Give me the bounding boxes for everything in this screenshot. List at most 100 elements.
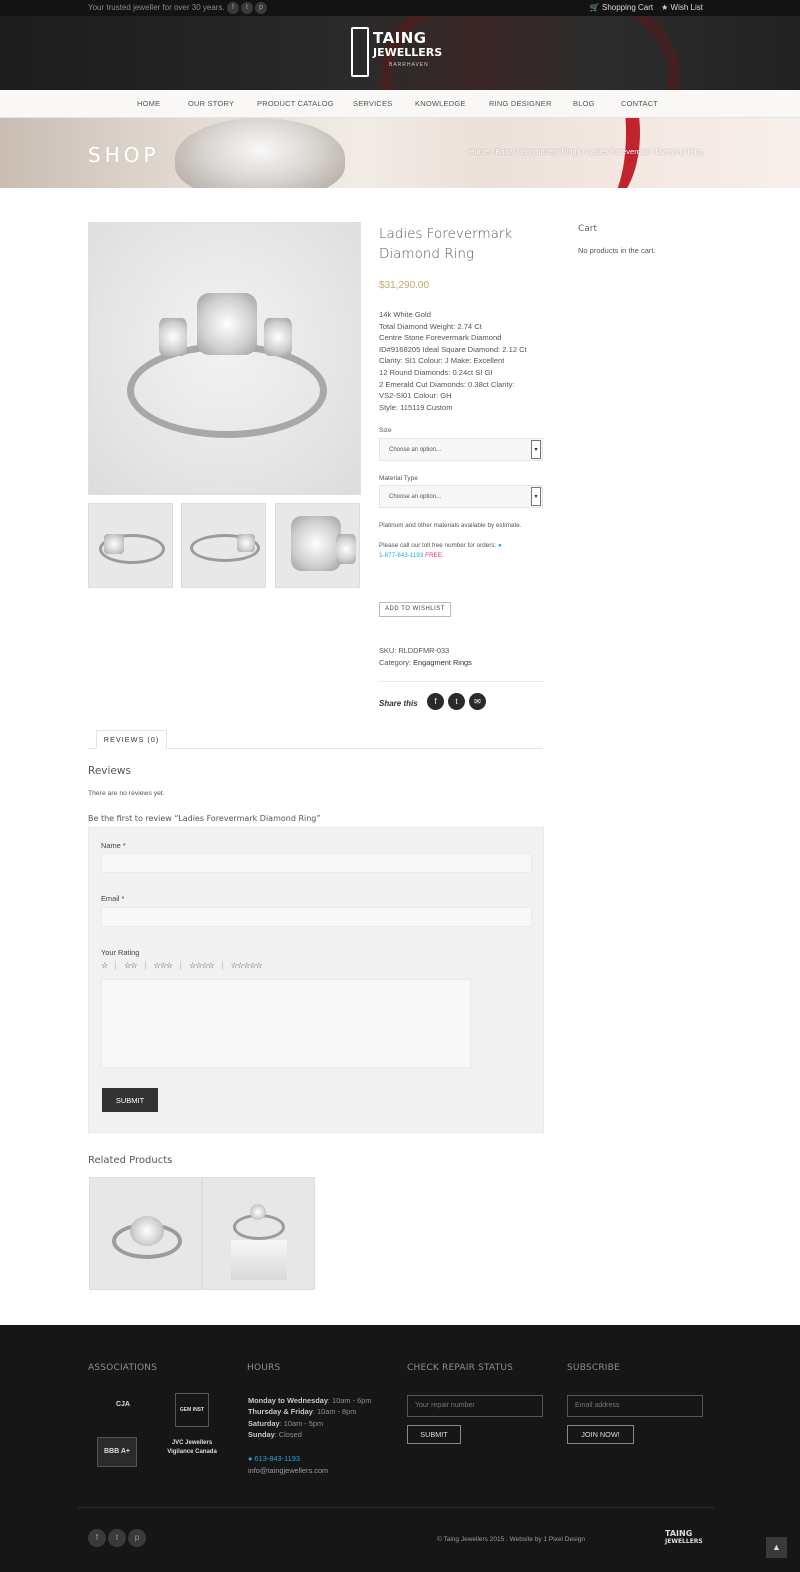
- top-social-icons: f t p: [227, 2, 267, 14]
- repair-submit-button[interactable]: SUBMIT: [407, 1425, 461, 1444]
- twitter-icon[interactable]: t: [108, 1529, 126, 1547]
- facebook-icon[interactable]: f: [427, 693, 444, 710]
- main-nav: HOME OUR STORY PRODUCT CATALOG SERVICES …: [0, 90, 800, 118]
- product-price: $31,290.00: [379, 280, 430, 291]
- site-logo[interactable]: TAING JEWELLERS BARRHAVEN: [351, 27, 442, 79]
- rating-4-stars[interactable]: ☆☆☆☆: [181, 961, 223, 970]
- page-title: SHOP: [88, 143, 160, 167]
- description-line: ID#9168205 Ideal Square Diamond: 2.12 Ct: [379, 344, 527, 354]
- related-product-image[interactable]: [89, 1177, 202, 1290]
- back-to-top-button[interactable]: ▲: [766, 1537, 787, 1558]
- first-review-heading: Be the first to review “Ladies Foreverma…: [88, 814, 321, 823]
- twitter-icon[interactable]: t: [241, 2, 253, 14]
- nav-product-catalog[interactable]: PRODUCT CATALOG: [257, 99, 334, 108]
- size-select-value: Choose an option...: [389, 447, 442, 453]
- hours-row: Thursday & Friday: 10am - 8pm: [248, 1406, 372, 1417]
- email-icon[interactable]: ✉: [469, 693, 486, 710]
- description-line: 14k White Gold: [379, 310, 431, 319]
- nav-our-story[interactable]: OUR STORY: [188, 99, 234, 108]
- hours-time: : 10am - 8pm: [312, 1407, 357, 1417]
- rating-1-star[interactable]: ☆: [101, 961, 117, 970]
- sidebar-cart-title: Cart: [578, 224, 598, 234]
- pinterest-icon[interactable]: p: [128, 1529, 146, 1547]
- email-label: Email *: [101, 894, 125, 903]
- ring-stone: [104, 534, 124, 554]
- rating-2-stars[interactable]: ☆☆: [116, 961, 146, 970]
- nav-contact[interactable]: CONTACT: [621, 99, 658, 108]
- facebook-icon[interactable]: f: [88, 1529, 106, 1547]
- submit-review-button[interactable]: SUBMIT: [102, 1088, 158, 1112]
- product-thumbnail[interactable]: [181, 503, 266, 588]
- divider: [379, 681, 544, 682]
- email-field[interactable]: [101, 907, 532, 927]
- footer-logo[interactable]: TAING JEWELLERS: [665, 1530, 703, 1546]
- rating-5-stars[interactable]: ☆☆☆☆☆: [223, 961, 270, 970]
- ring-centre-stone: [197, 293, 257, 355]
- join-now-button[interactable]: JOIN NOW!: [567, 1425, 634, 1444]
- description-line: 12 Round Diamonds: 0.24ct SI GI: [379, 367, 493, 377]
- hours-time: : 10am - 5pm: [279, 1418, 324, 1428]
- pinterest-icon[interactable]: p: [255, 2, 267, 14]
- toll-free-phone[interactable]: 1-877-843-1193: [379, 552, 423, 559]
- sku-label: SKU:: [379, 646, 397, 655]
- nav-blog[interactable]: BLOG: [573, 99, 595, 108]
- dropdown-arrow-icon: ▾: [531, 487, 541, 506]
- tab-reviews[interactable]: REVIEWS (0): [96, 730, 167, 749]
- ring-side-stone: [336, 534, 356, 564]
- nav-services[interactable]: SERVICES: [353, 99, 392, 108]
- breadcrumb[interactable]: Home / Bridal / Engagment Rings / Ladies…: [469, 147, 703, 156]
- nav-ring-designer[interactable]: RING DESIGNER: [489, 99, 552, 108]
- size-label: Size: [379, 427, 392, 434]
- related-product-image[interactable]: [202, 1177, 315, 1290]
- hours-row: Sunday: Closed: [248, 1429, 372, 1440]
- repair-status-heading: CHECK REPAIR STATUS: [407, 1363, 514, 1373]
- site-footer: ASSOCIATIONS CJA GEM INST BBB A+ JVC Jew…: [0, 1325, 800, 1572]
- hours-heading: HOURS: [247, 1363, 281, 1373]
- nav-knowledge[interactable]: KNOWLEDGE: [415, 99, 466, 108]
- related-products-heading: Related Products: [88, 1155, 173, 1166]
- description-line: Style: 115119 Custom: [379, 402, 453, 412]
- no-reviews-text: There are no reviews yet.: [88, 790, 165, 797]
- add-to-wishlist-button[interactable]: ADD TO WISHLIST: [379, 602, 451, 617]
- hours-day: Thursday & Friday: [248, 1407, 313, 1417]
- size-select[interactable]: Choose an option... ▾: [379, 438, 543, 461]
- review-form: Name * Email * Your Rating ☆ ☆☆ ☆☆☆ ☆☆☆☆…: [88, 827, 544, 1133]
- subscribe-heading: SUBSCRIBE: [567, 1363, 620, 1373]
- footer-phone[interactable]: ● 613-843-1193: [248, 1454, 300, 1463]
- description-line: Centre Stone Forevermark Diamond: [379, 333, 502, 343]
- wishlist-label: Wish List: [670, 3, 703, 12]
- facebook-icon[interactable]: f: [227, 2, 239, 14]
- free-label: FREE.: [425, 552, 444, 559]
- material-select[interactable]: Choose an option... ▾: [379, 485, 543, 508]
- product-main-image[interactable]: [88, 222, 361, 495]
- rating-label: Your Rating: [101, 948, 140, 957]
- hours-day: Monday to Wednesday: [248, 1396, 328, 1405]
- name-label: Name *: [101, 841, 126, 850]
- rating-3-stars[interactable]: ☆☆☆: [146, 961, 182, 970]
- shopping-cart-link[interactable]: 🛒 Shopping Cart: [590, 3, 653, 12]
- product-category: Category: Engagment Rings: [379, 658, 472, 667]
- product-thumbnail[interactable]: [88, 503, 173, 588]
- nav-home[interactable]: HOME: [137, 99, 160, 108]
- site-header: TAING JEWELLERS BARRHAVEN: [0, 16, 800, 90]
- associations-heading: ASSOCIATIONS: [88, 1363, 158, 1373]
- jvc-logo: JVC Jewellers Vigilance Canada: [167, 1440, 217, 1455]
- hours-row: Monday to Wednesday: 10am - 6pm: [248, 1395, 372, 1406]
- product-thumbnail[interactable]: [275, 503, 360, 588]
- category-label: Category:: [379, 658, 412, 667]
- twitter-icon[interactable]: t: [448, 693, 465, 710]
- opening-hours: Monday to Wednesday: 10am - 6pm Thursday…: [248, 1395, 372, 1441]
- wishlist-link[interactable]: ★ Wish List: [661, 3, 703, 12]
- hours-day: Saturday: [248, 1418, 280, 1428]
- review-textarea[interactable]: [101, 979, 471, 1068]
- footer-email[interactable]: info@taingjewellers.com: [248, 1466, 328, 1475]
- gem-institute-logo: GEM INST: [175, 1393, 209, 1427]
- category-link[interactable]: Engagment Rings: [413, 658, 472, 667]
- name-field[interactable]: [101, 853, 532, 873]
- ring-side-stone: [264, 318, 292, 356]
- footer-phone-number: 613-843-1193: [254, 1454, 301, 1463]
- subscribe-email-input[interactable]: Email address: [567, 1395, 703, 1417]
- footer-logo-line2: JEWELLERS: [665, 1538, 703, 1545]
- repair-number-input[interactable]: Your repair number: [407, 1395, 543, 1417]
- copyright: © Taing Jewellers 2015 . Website by 1 Pi…: [437, 1536, 585, 1543]
